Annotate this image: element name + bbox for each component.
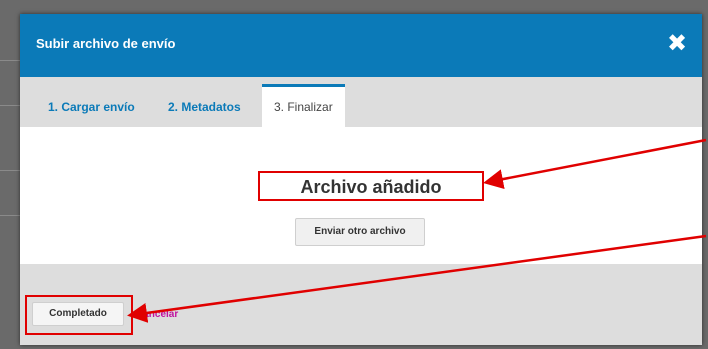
- background-line: [0, 105, 22, 106]
- dialog-content: Archivo añadido Enviar otro archivo: [20, 127, 702, 264]
- background-line: [0, 170, 22, 171]
- close-icon[interactable]: ✖: [666, 32, 688, 56]
- background-line: [0, 215, 22, 216]
- cancel-link[interactable]: Cancelar: [136, 309, 178, 320]
- dialog-footer: Completado Cancelar: [20, 264, 702, 345]
- done-button[interactable]: Completado: [32, 302, 124, 326]
- upload-another-file-button[interactable]: Enviar otro archivo: [295, 218, 425, 246]
- tab-cargar-envio[interactable]: 1. Cargar envío: [48, 87, 135, 127]
- status-highlight-box: Archivo añadido: [258, 171, 484, 201]
- background-line: [0, 60, 22, 61]
- tab-metadatos[interactable]: 2. Metadatos: [168, 87, 241, 127]
- done-highlight-box: Completado: [25, 295, 133, 335]
- wizard-tabs: 1. Cargar envío 2. Metadatos 3. Finaliza…: [20, 77, 702, 130]
- file-added-heading: Archivo añadido: [300, 177, 442, 197]
- tab-finalizar[interactable]: 3. Finalizar: [262, 84, 345, 130]
- upload-dialog: Subir archivo de envío ✖ 1. Cargar envío…: [20, 14, 702, 345]
- dialog-title: Subir archivo de envío: [36, 36, 176, 51]
- dialog-header: Subir archivo de envío ✖: [20, 14, 702, 77]
